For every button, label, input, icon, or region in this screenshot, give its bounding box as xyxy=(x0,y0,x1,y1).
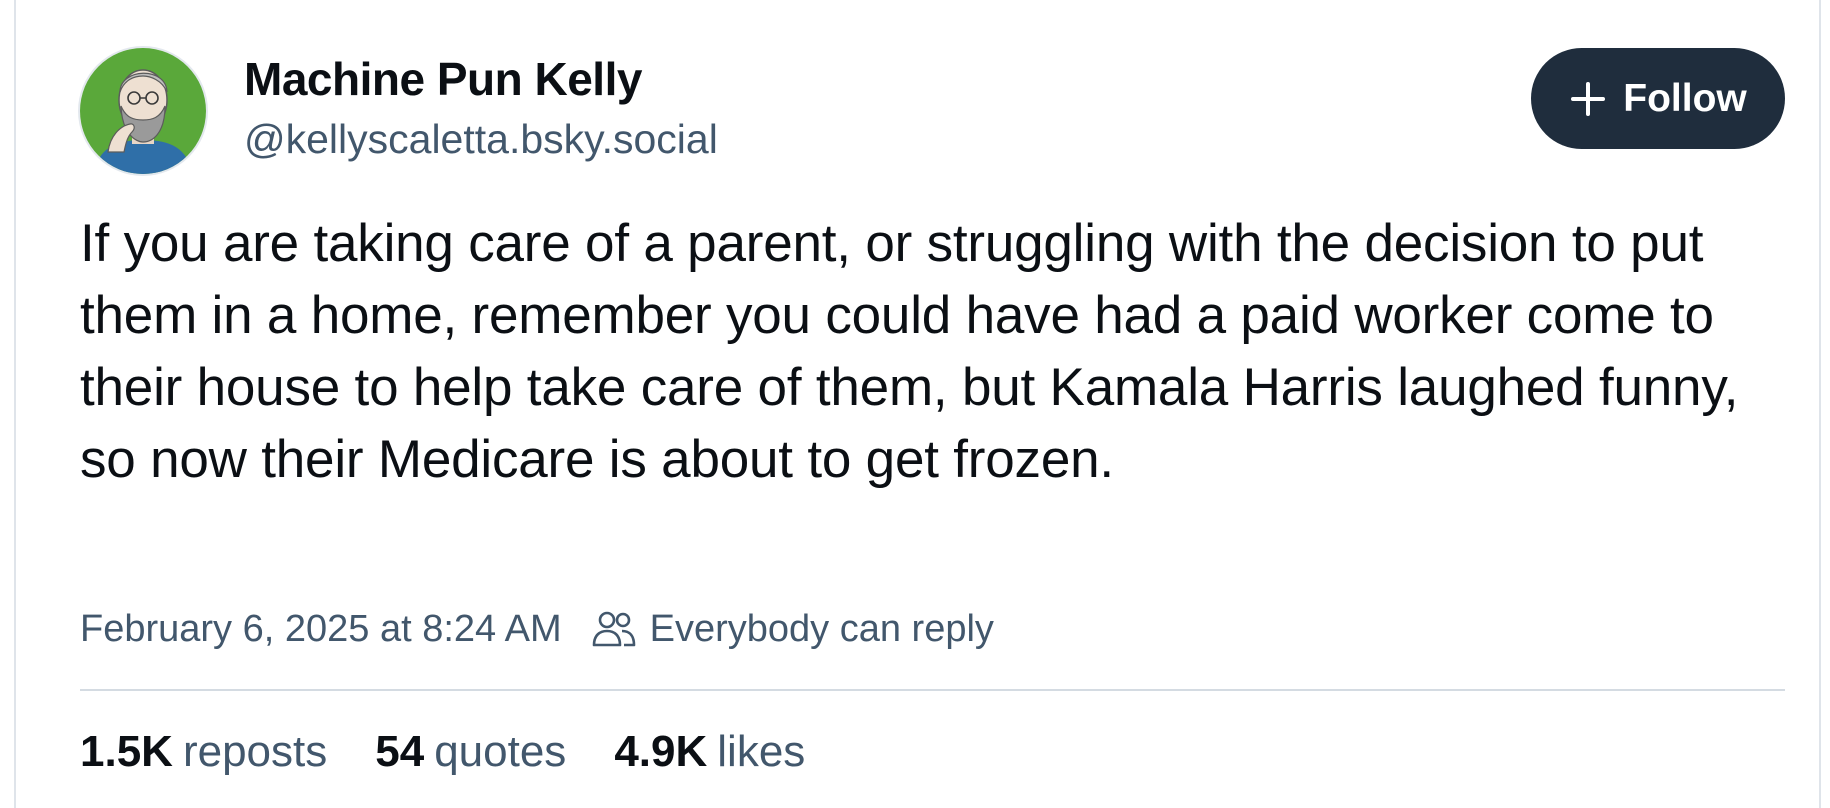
cartoon-bearded-man-avatar-icon xyxy=(80,48,206,174)
likes-stat[interactable]: 4.9K likes xyxy=(614,727,805,777)
follow-button[interactable]: Follow xyxy=(1531,48,1785,149)
quotes-label: quotes xyxy=(434,727,567,776)
quotes-stat[interactable]: 54 quotes xyxy=(375,727,566,777)
post-stats: 1.5K reposts 54 quotes 4.9K likes xyxy=(80,724,853,780)
post-timestamp[interactable]: February 6, 2025 at 8:24 AM xyxy=(80,608,562,651)
post-meta: February 6, 2025 at 8:24 AM Everybody ca… xyxy=(80,604,994,654)
author-handle[interactable]: @kellyscaletta.bsky.social xyxy=(244,116,718,163)
likes-label: likes xyxy=(717,727,806,776)
post-card: Machine Pun Kelly @kellyscaletta.bsky.so… xyxy=(14,0,1821,808)
reposts-count: 1.5K xyxy=(80,727,173,776)
plus-icon xyxy=(1569,80,1607,118)
reply-setting-label[interactable]: Everybody can reply xyxy=(650,608,994,651)
people-icon xyxy=(590,605,638,653)
reposts-stat[interactable]: 1.5K reposts xyxy=(80,727,327,777)
divider xyxy=(80,689,1785,691)
follow-button-label: Follow xyxy=(1623,76,1747,120)
avatar[interactable] xyxy=(80,48,206,174)
reposts-label: reposts xyxy=(182,727,328,776)
likes-count: 4.9K xyxy=(614,727,708,776)
post-text: If you are taking care of a parent, or s… xyxy=(80,214,1739,489)
author-display-name[interactable]: Machine Pun Kelly xyxy=(244,52,642,106)
quotes-count: 54 xyxy=(375,727,425,776)
